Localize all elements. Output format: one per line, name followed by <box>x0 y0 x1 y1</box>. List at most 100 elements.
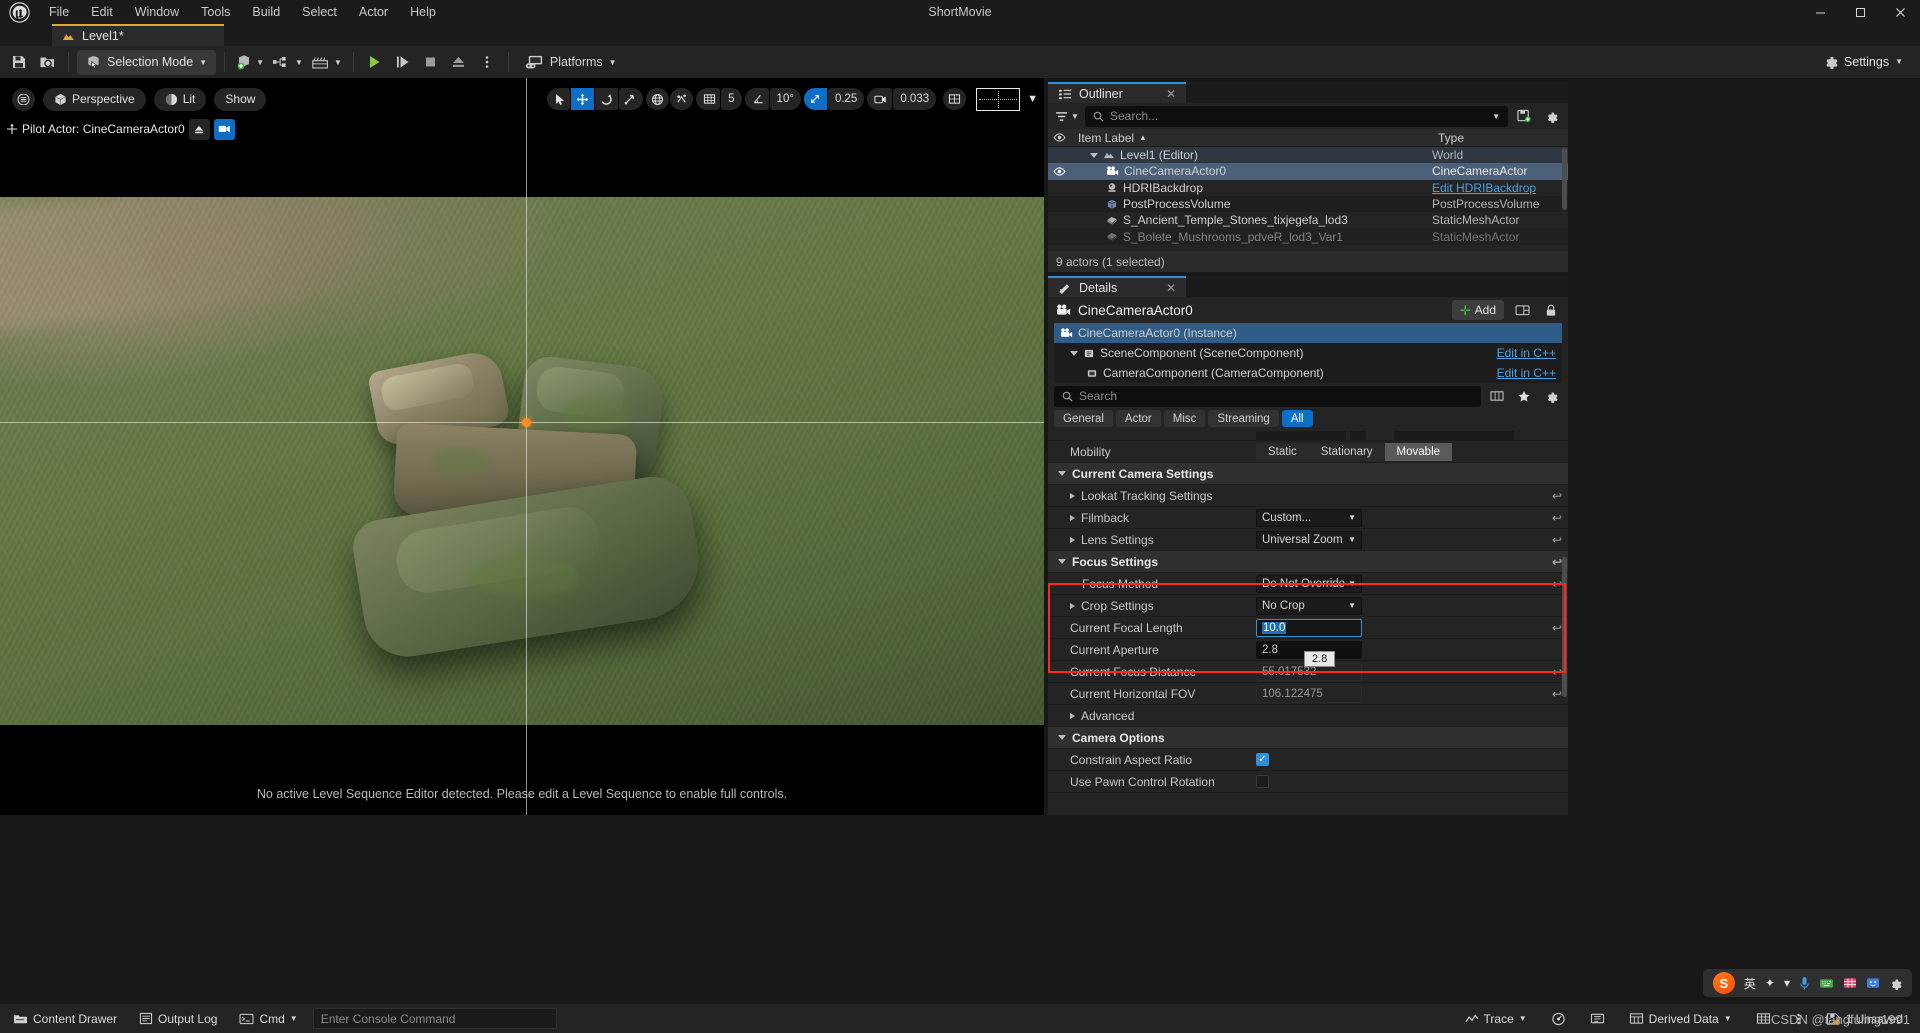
chevron-down-icon-aspect[interactable]: ▼ <box>1027 93 1038 105</box>
level-viewport[interactable]: Perspective Lit Show 5 10° 0.25 0.033 ▼ … <box>0 78 1044 815</box>
filter-streaming[interactable]: Streaming <box>1208 410 1279 427</box>
expander-open-icon-scene[interactable] <box>1070 350 1078 356</box>
menu-help[interactable]: Help <box>399 0 447 24</box>
close-icon-details[interactable]: ✕ <box>1166 281 1176 295</box>
filter-actor[interactable]: Actor <box>1115 410 1161 427</box>
scale-tool-button[interactable] <box>619 88 644 110</box>
minimize-button[interactable] <box>1800 0 1840 24</box>
outliner-tab[interactable]: Outliner ✕ <box>1048 82 1186 103</box>
rotate-tool-button[interactable] <box>595 88 619 110</box>
current-focal-length-input[interactable]: 10.0 <box>1256 618 1362 637</box>
current-horizontal-fov-input[interactable]: 106.122475 <box>1256 684 1362 703</box>
pilot-eject-button[interactable] <box>188 118 210 140</box>
eject-button[interactable] <box>446 50 472 74</box>
crop-combo[interactable]: No Crop ▼ <box>1256 596 1362 615</box>
outliner-item-type-3[interactable]: Edit HDRIBackdrop <box>1432 181 1568 195</box>
cmd-button[interactable]: Cmd ▼ <box>230 1008 306 1030</box>
derived-data-button[interactable]: Derived Data ▼ <box>1620 1008 1741 1030</box>
output-log-button[interactable]: Output Log <box>130 1008 226 1030</box>
platforms-button[interactable]: Platforms ▼ <box>517 50 625 74</box>
settings-button[interactable]: Settings ▼ <box>1814 49 1912 74</box>
expander-closed-icon-filmback[interactable] <box>1070 514 1075 521</box>
stop-button[interactable] <box>418 50 444 74</box>
menu-actor[interactable]: Actor <box>348 0 399 24</box>
item-label-column-header[interactable]: Item Label ▲ <box>1070 131 1432 145</box>
details-favorites-button[interactable] <box>1513 386 1535 406</box>
viewport-perspective-button[interactable]: Perspective <box>43 87 146 111</box>
filter-general[interactable]: General <box>1054 410 1113 427</box>
expander-open-icon-focus[interactable] <box>1058 559 1066 564</box>
browse-content-icon[interactable] <box>34 50 60 74</box>
filmback-combo[interactable]: Custom... ▼ <box>1256 508 1362 527</box>
ime-microphone-icon[interactable] <box>1799 976 1810 991</box>
camera-speed-value[interactable]: 0.033 <box>893 88 937 110</box>
outliner-search-input[interactable]: Search... ▼ <box>1085 105 1508 127</box>
outliner-settings-button[interactable] <box>1540 106 1562 127</box>
expander-closed-icon-crop[interactable] <box>1070 602 1075 609</box>
reset-lens[interactable]: ↩ <box>1546 533 1568 547</box>
property-category-camera-options[interactable]: Camera Options <box>1048 727 1568 749</box>
blueprints-button[interactable]: ▼ <box>269 50 306 74</box>
edit-in-cpp-scene[interactable]: Edit in C++ <box>1497 346 1556 360</box>
property-category-current-camera-settings[interactable]: Current Camera Settings <box>1048 463 1568 485</box>
menu-file[interactable]: File <box>38 0 80 24</box>
ime-star-icon[interactable]: ✦ <box>1765 976 1775 990</box>
details-search-input[interactable]: Search <box>1054 385 1481 407</box>
ime-panel-icon[interactable] <box>1843 977 1857 989</box>
move-tool-button[interactable] <box>571 88 595 110</box>
select-tool-button[interactable] <box>547 88 571 110</box>
expander-open-icon[interactable] <box>1090 152 1098 158</box>
details-layout-button[interactable] <box>1511 300 1533 320</box>
viewport-lit-button[interactable]: Lit <box>153 87 207 111</box>
outliner-row-hdribackdrop[interactable]: HDRIBackdrop Edit HDRIBackdrop <box>1048 180 1568 196</box>
details-columns-button[interactable] <box>1486 386 1508 406</box>
surface-snap-button[interactable] <box>670 88 694 110</box>
outliner-row-cinecameraactor0[interactable]: CineCameraActor0 CineCameraActor <box>1048 163 1568 180</box>
console-command-input[interactable]: Enter Console Command <box>312 1008 557 1029</box>
details-lock-button[interactable] <box>1540 300 1562 320</box>
filter-all[interactable]: All <box>1281 410 1313 427</box>
angle-snap-button[interactable] <box>744 88 769 110</box>
world-coordinate-button[interactable] <box>646 88 670 110</box>
viewport-layout-button[interactable] <box>943 88 967 110</box>
menu-window[interactable]: Window <box>124 0 190 24</box>
viewport-show-button[interactable]: Show <box>214 87 267 111</box>
grid-snap-value[interactable]: 5 <box>721 88 742 110</box>
close-button[interactable] <box>1880 0 1920 24</box>
focus-method-combo[interactable]: Do Not Override ▼ <box>1256 574 1362 593</box>
menu-edit[interactable]: Edit <box>80 0 124 24</box>
component-row-scene[interactable]: SceneComponent (SceneComponent) Edit in … <box>1054 343 1562 363</box>
scale-snap-button[interactable] <box>803 88 827 110</box>
mobility-movable[interactable]: Movable <box>1384 442 1453 461</box>
aspect-ratio-icon[interactable] <box>976 87 1021 111</box>
add-component-button[interactable]: ✛ Add <box>1451 300 1504 320</box>
details-settings-button[interactable] <box>1540 386 1562 406</box>
save-icon[interactable] <box>6 50 32 74</box>
play-more-button[interactable] <box>474 50 500 74</box>
angle-snap-value[interactable]: 10° <box>769 88 801 110</box>
ime-keyboard-icon[interactable] <box>1819 978 1834 989</box>
scale-snap-value[interactable]: 0.25 <box>827 88 865 110</box>
lens-combo[interactable]: Universal Zoom ▼ <box>1256 530 1362 549</box>
chevron-down-icon-search[interactable]: ▼ <box>1492 112 1500 121</box>
mobility-stationary[interactable]: Stationary <box>1308 442 1385 461</box>
expander-closed-icon-lens[interactable] <box>1070 536 1075 543</box>
expander-open-icon-camopts[interactable] <box>1058 735 1066 740</box>
menu-select[interactable]: Select <box>291 0 348 24</box>
component-row-actor[interactable]: CineCameraActor0 (Instance) <box>1054 323 1562 343</box>
details-tab[interactable]: Details ✕ <box>1048 276 1186 297</box>
play-button[interactable] <box>362 50 388 74</box>
add-actor-button[interactable]: ▼ <box>233 50 267 74</box>
camera-speed-button[interactable] <box>867 88 893 110</box>
memory-button[interactable] <box>1581 1008 1614 1030</box>
menu-tools[interactable]: Tools <box>190 0 241 24</box>
expander-open-icon-ccs[interactable] <box>1058 471 1066 476</box>
level-tab[interactable]: Level1* <box>52 24 224 46</box>
ime-chevron-icon[interactable]: ▾ <box>1784 976 1790 990</box>
outliner-filter-button[interactable]: ▼ <box>1054 106 1080 126</box>
sogou-logo-icon[interactable]: S <box>1712 972 1735 994</box>
viewport-menu-button[interactable] <box>12 87 35 111</box>
outliner-save-button[interactable] <box>1513 106 1535 127</box>
close-icon-outliner[interactable]: ✕ <box>1166 87 1176 101</box>
details-scrollbar[interactable] <box>1562 557 1567 697</box>
